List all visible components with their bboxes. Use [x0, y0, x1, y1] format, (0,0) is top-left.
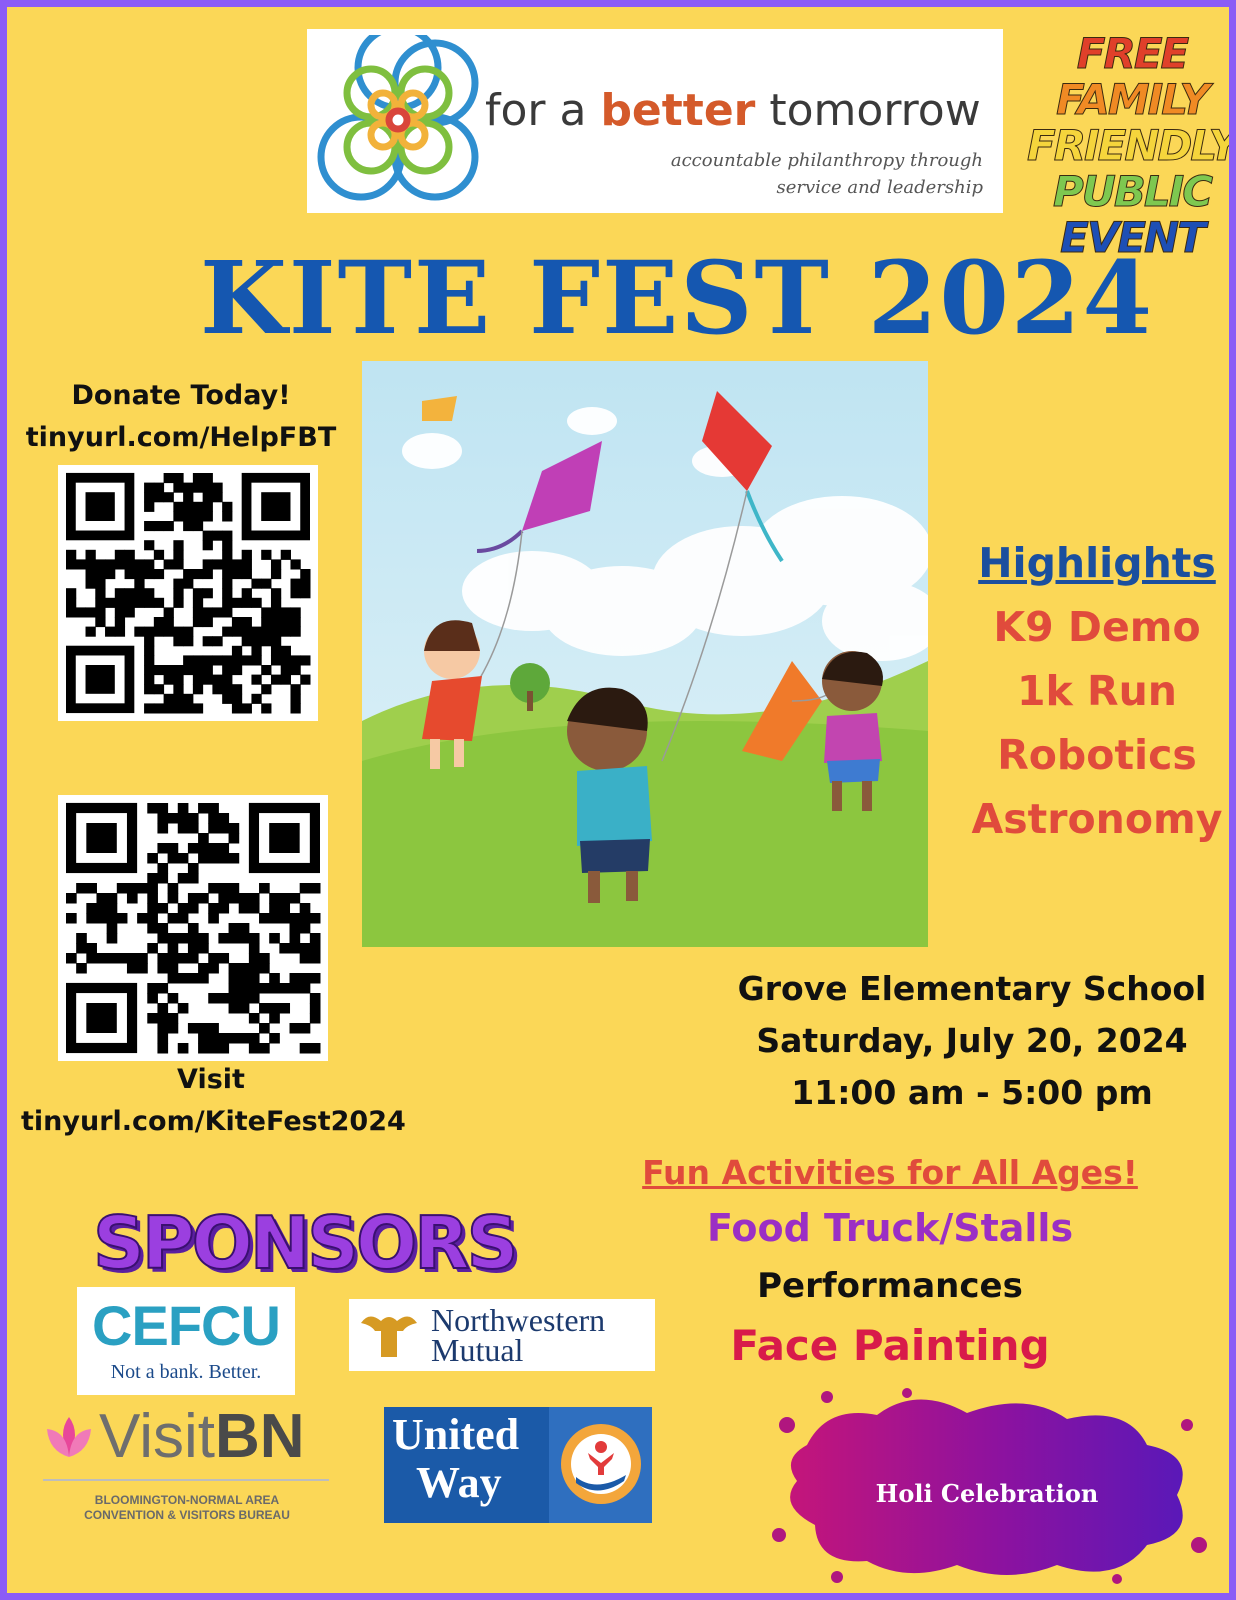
tagline-line-2: service and leadership: [776, 177, 983, 198]
holi-celebration-label: Holi Celebration: [875, 1479, 1099, 1508]
badge-line-friendly: FRIENDLY: [1027, 121, 1236, 170]
visitbn-name: VisitBN: [99, 1402, 305, 1471]
event-title: KITE FEST 2024: [199, 239, 1155, 357]
highlights-block: Highlights K9 Demo 1k Run Robotics Astro…: [947, 531, 1229, 851]
donate-qr-code[interactable]: [58, 465, 318, 721]
cefcu-logo: CEFCU Not a bank. Better.: [77, 1287, 295, 1395]
event-date: Saturday, July 20, 2024: [756, 1021, 1188, 1060]
visitbn-logo: VisitBN BLOOMINGTON-NORMAL AREA CONVENTI…: [37, 1401, 337, 1531]
highlights-heading: Highlights: [978, 539, 1216, 587]
helping-hand-icon: [561, 1424, 641, 1504]
activity-item: Face Painting: [730, 1321, 1050, 1370]
event-time: 11:00 am - 5:00 pm: [791, 1073, 1153, 1112]
visit-heading: Visit: [177, 1064, 245, 1095]
butterfly-logo-icon: [317, 35, 479, 201]
visit-link[interactable]: tinyurl.com/KiteFest2024: [21, 1101, 406, 1143]
activity-item: Food Truck/Stalls: [706, 1206, 1074, 1250]
kite-flying-illustration: [352, 361, 942, 947]
venue-details: Grove Elementary School Saturday, July 2…: [737, 963, 1207, 1119]
visit-qr-code[interactable]: [58, 795, 328, 1061]
divider: [43, 1479, 329, 1481]
donate-heading: Donate Today!: [71, 380, 291, 411]
sponsors-heading: SPONSORS: [92, 1200, 519, 1286]
cefcu-name: CEFCU: [92, 1294, 281, 1357]
highlight-item: Astronomy: [971, 795, 1223, 843]
activity-item: Performances: [757, 1266, 1023, 1306]
badge-line-family: FAMILY: [1056, 75, 1211, 124]
nm-line-1: Northwestern: [431, 1302, 606, 1338]
org-name: for a better tomorrow: [485, 85, 981, 136]
free-event-badge: FREE FAMILY FRIENDLY PUBLIC EVENT: [1023, 29, 1236, 261]
united-way-name: United Way: [392, 1410, 520, 1507]
column-capital-icon: [361, 1316, 417, 1357]
badge-line-free: FREE: [1076, 29, 1189, 78]
highlight-item: Robotics: [997, 731, 1197, 779]
activities-block: Fun Activities for All Ages! Food Truck/…: [635, 1147, 1145, 1377]
visitbn-subtitle: BLOOMINGTON-NORMAL AREA CONVENTION & VIS…: [84, 1493, 290, 1522]
org-tagline: accountable philanthropy through service…: [671, 147, 983, 201]
event-flyer: for a better tomorrow accountable philan…: [0, 0, 1236, 1600]
venue-location: Grove Elementary School: [737, 969, 1207, 1008]
united-way-logo: United Way: [384, 1407, 652, 1523]
holi-splash-badge: Holi Celebration: [767, 1385, 1207, 1585]
org-logo-banner: for a better tomorrow accountable philan…: [307, 29, 1003, 213]
tagline-line-1: accountable philanthropy through: [670, 150, 983, 171]
nm-line-2: Mutual: [431, 1332, 524, 1368]
nm-name: Northwestern Mutual: [431, 1302, 606, 1368]
donate-link[interactable]: tinyurl.com/HelpFBT: [21, 417, 341, 459]
donate-block: Donate Today! tinyurl.com/HelpFBT: [21, 375, 341, 459]
visit-block: Visit tinyurl.com/KiteFest2024: [21, 1059, 406, 1143]
activities-heading: Fun Activities for All Ages!: [642, 1153, 1138, 1192]
highlight-item: K9 Demo: [993, 603, 1201, 651]
highlight-item: 1k Run: [1016, 667, 1178, 715]
cefcu-tagline: Not a bank. Better.: [110, 1361, 262, 1383]
northwestern-mutual-logo: Northwestern Mutual: [349, 1299, 655, 1371]
lotus-icon: [47, 1417, 91, 1457]
badge-line-public: PUBLIC: [1052, 167, 1213, 216]
